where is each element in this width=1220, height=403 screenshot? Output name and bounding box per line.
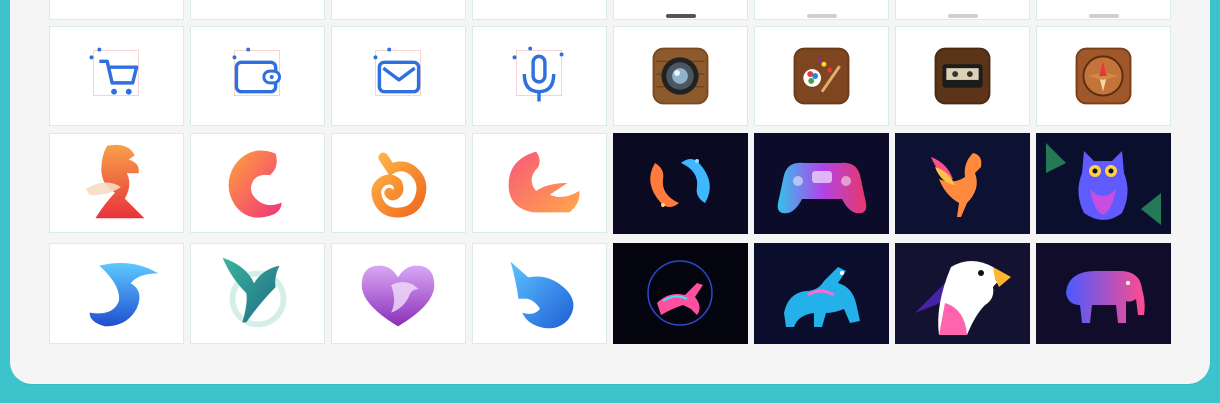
camera-app-icon-tile[interactable] <box>613 26 748 126</box>
wallet-icon <box>232 47 282 96</box>
pegasus-logo <box>222 257 287 328</box>
elephant-neon-art-tile[interactable] <box>1036 243 1171 344</box>
compass-app-icon <box>1075 47 1132 105</box>
paint-palette-app-icon-tile[interactable] <box>754 26 889 126</box>
heart-lion-logo-tile[interactable] <box>331 243 466 344</box>
pegasus-logo-tile[interactable] <box>190 243 325 344</box>
eagle-neon-art <box>915 261 1011 335</box>
cassette-app-icon <box>934 47 991 105</box>
wave-bird-logo <box>89 262 159 327</box>
letter-c-logo-tile[interactable] <box>190 133 325 233</box>
gallery-tile[interactable] <box>1036 0 1171 20</box>
gallery-tile[interactable] <box>49 0 184 20</box>
gallery-tile[interactable] <box>895 0 1030 20</box>
fox-swirl-logo <box>371 152 427 218</box>
microphone-icon <box>512 46 564 102</box>
cart-icon <box>89 47 139 96</box>
mail-icon <box>373 47 421 96</box>
camera-app-icon <box>652 47 709 105</box>
unicorn-logo-tile[interactable] <box>472 243 607 344</box>
paint-palette-app-icon <box>793 47 850 105</box>
gamepad-neon-art <box>777 162 867 214</box>
gamepad-neon-art-tile[interactable] <box>754 133 889 234</box>
koi-fish-neon-art-tile[interactable] <box>613 133 748 234</box>
unicorn-logo <box>510 261 574 329</box>
koi-fish-neon-art <box>650 159 710 207</box>
rooster-neon-art <box>931 153 982 217</box>
owl-neon-art <box>1046 143 1161 225</box>
gallery-panel <box>10 0 1210 384</box>
microphone-icon-tile[interactable] <box>472 26 607 126</box>
cassette-app-icon-tile[interactable] <box>895 26 1030 126</box>
owl-neon-art-tile[interactable] <box>1036 133 1171 234</box>
fox-tail-logo <box>508 151 580 213</box>
gallery-tile[interactable] <box>613 0 748 20</box>
cart-icon-tile[interactable] <box>49 26 184 126</box>
eagle-neon-art-tile[interactable] <box>895 243 1030 344</box>
fox-tail-logo-tile[interactable] <box>472 133 607 233</box>
gazelle-neon-art <box>647 260 713 326</box>
rooster-logo-tile[interactable] <box>49 133 184 233</box>
wallet-icon-tile[interactable] <box>190 26 325 126</box>
compass-app-icon-tile[interactable] <box>1036 26 1171 126</box>
dragon-neon-art <box>784 267 860 327</box>
elephant-neon-art <box>1066 271 1145 323</box>
mail-icon-tile[interactable] <box>331 26 466 126</box>
dragon-neon-art-tile[interactable] <box>754 243 889 344</box>
gallery-tile[interactable] <box>754 0 889 20</box>
fox-swirl-logo-tile[interactable] <box>331 133 466 233</box>
rooster-neon-art-tile[interactable] <box>895 133 1030 234</box>
gallery-tile[interactable] <box>331 0 466 20</box>
gallery-tile[interactable] <box>190 0 325 20</box>
gazelle-neon-art-tile[interactable] <box>613 243 748 344</box>
letter-c-logo <box>228 150 282 218</box>
gallery-tile[interactable] <box>472 0 607 20</box>
rooster-logo <box>85 144 145 219</box>
heart-lion-logo <box>361 265 435 327</box>
wave-bird-logo-tile[interactable] <box>49 243 184 344</box>
